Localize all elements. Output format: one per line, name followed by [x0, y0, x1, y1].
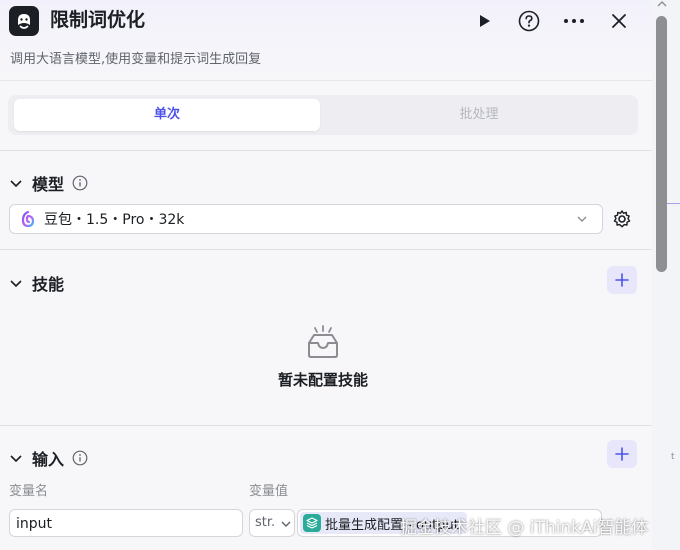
plus-icon — [615, 273, 629, 287]
model-name: 豆包・1.5・Pro・32k — [44, 212, 185, 228]
chevron-down-icon[interactable] — [8, 275, 24, 291]
close-button[interactable] — [606, 8, 632, 34]
empty-inbox-icon — [308, 325, 338, 358]
play-icon — [480, 15, 490, 27]
canvas-edge-text: t — [671, 452, 675, 462]
info-icon[interactable] — [72, 450, 88, 466]
column-header-value: 变量值 — [249, 484, 289, 499]
scrollbar-thumb[interactable] — [656, 16, 667, 272]
variable-type-select[interactable]: str. — [249, 509, 295, 537]
question-circle-icon — [518, 10, 540, 32]
close-icon — [612, 14, 626, 28]
node-description[interactable]: 调用大语言模型,使用变量和提示词生成回复 — [10, 48, 261, 67]
model-section-title: 模型 — [32, 175, 65, 194]
model-select[interactable]: 豆包・1.5・Pro・32k — [9, 204, 603, 234]
model-section-header[interactable]: 模型 — [8, 171, 88, 195]
watermark: 掘金技术社区 @ iThinkAi智能体 — [400, 518, 649, 538]
chevron-down-icon[interactable] — [8, 450, 24, 466]
scroll-up-arrow-icon[interactable] — [657, 0, 667, 8]
node-title[interactable]: 限制词优化 — [50, 7, 145, 33]
node-config-panel: 限制词优化 调用大语言模型,使用变量和提示词生成回复 单次 批处理 模型 豆包・… — [0, 0, 652, 550]
run-mode-tabs: 单次 批处理 — [8, 95, 638, 135]
layers-icon — [303, 514, 321, 532]
llm-node-icon — [9, 6, 39, 36]
skills-section-header[interactable]: 技能 — [8, 271, 64, 295]
canvas-connection-line — [667, 203, 680, 204]
help-button[interactable] — [516, 8, 542, 34]
input-section-title: 输入 — [32, 450, 65, 469]
variable-type-label: str. — [255, 515, 276, 530]
add-skill-button[interactable] — [607, 266, 637, 294]
run-button[interactable] — [471, 8, 497, 34]
divider — [0, 425, 652, 426]
add-input-button[interactable] — [607, 440, 637, 468]
more-button[interactable] — [561, 8, 587, 34]
chevron-down-icon — [281, 521, 291, 527]
column-header-name: 变量名 — [9, 484, 49, 499]
doubao-logo-icon — [21, 211, 35, 227]
skills-section-title: 技能 — [32, 275, 65, 294]
tab-single[interactable]: 单次 — [14, 99, 320, 131]
plus-icon — [615, 447, 629, 461]
info-icon[interactable] — [72, 175, 88, 191]
input-section-header[interactable]: 输入 — [8, 446, 88, 470]
divider — [0, 249, 652, 250]
chevron-down-icon — [577, 216, 587, 222]
divider — [0, 150, 652, 151]
more-dots-icon — [564, 19, 584, 23]
chevron-down-icon[interactable] — [8, 175, 24, 191]
variable-name-input[interactable]: input — [9, 509, 243, 537]
tab-batch[interactable]: 批处理 — [326, 99, 632, 131]
gear-icon[interactable] — [612, 209, 632, 229]
skills-empty-text: 暂未配置技能 — [277, 371, 368, 389]
panel-header: 限制词优化 调用大语言模型,使用变量和提示词生成回复 — [0, 0, 652, 81]
